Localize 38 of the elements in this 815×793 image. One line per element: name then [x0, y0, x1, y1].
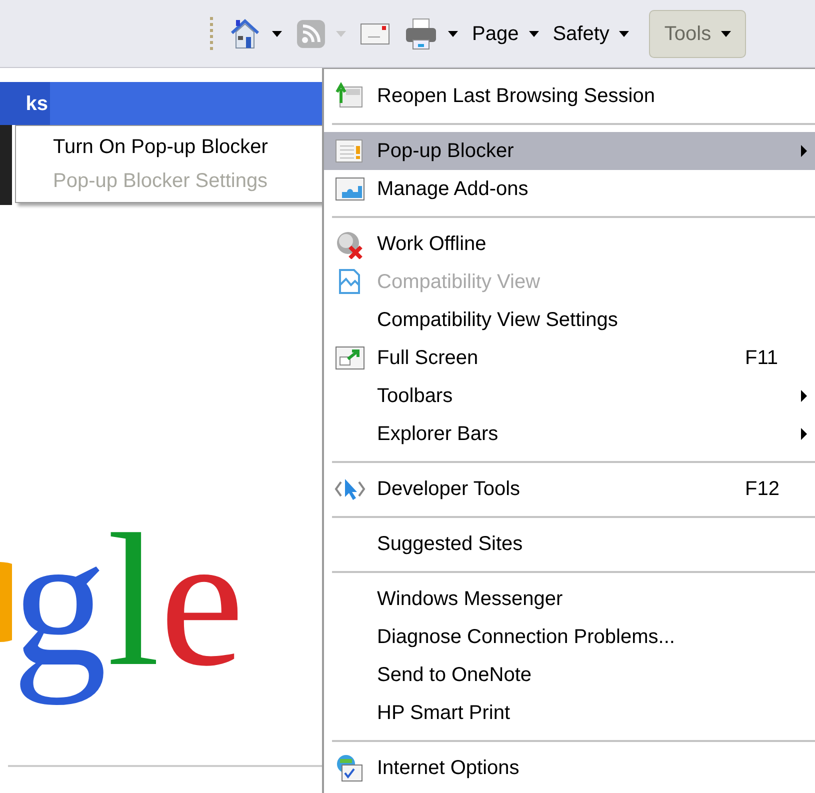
submenu-item[interactable]: Turn On Pop-up Blocker	[16, 130, 324, 164]
menu-item[interactable]: Reopen Last Browsing Session	[324, 77, 815, 115]
shortcut-text: F11	[745, 346, 779, 371]
submenu-arrow-icon	[801, 428, 807, 440]
feed-icon	[296, 18, 326, 48]
menu-item[interactable]: Toolbars	[324, 377, 815, 415]
menu-item[interactable]: Compatibility View Settings	[324, 301, 815, 339]
toolbar-gripper-icon	[210, 16, 214, 50]
caret-icon	[721, 30, 732, 36]
menu-item[interactable]: Work Offline	[324, 225, 815, 263]
submenu-arrow-icon	[801, 390, 807, 402]
caret-icon	[619, 30, 630, 36]
menu-button[interactable]: Safety	[552, 10, 630, 58]
caret-icon	[272, 30, 282, 36]
submenu-arrow-icon	[801, 145, 807, 157]
menu-item[interactable]: Windows Messenger	[324, 580, 815, 618]
menu-item[interactable]: Developer Tools F12	[324, 470, 815, 508]
menu-item[interactable]: Full Screen F11	[324, 339, 815, 377]
caret-icon	[528, 30, 539, 36]
envelope-icon	[360, 22, 390, 46]
menu-button[interactable]: Tools	[649, 10, 746, 58]
caret-icon	[448, 30, 458, 36]
menu-item[interactable]: Suggested Sites	[324, 525, 815, 563]
printer-icon	[404, 18, 438, 50]
menu-button[interactable]: Page	[472, 10, 539, 58]
menu-item[interactable]: Internet Options	[324, 749, 815, 787]
menu-item[interactable]: Explorer Bars	[324, 415, 815, 453]
menu-item[interactable]: Diagnose Connection Problems...	[324, 618, 815, 656]
logo-letter: g	[12, 495, 107, 708]
logo-letter: l	[107, 495, 160, 708]
home-icon	[228, 16, 262, 50]
menu-item[interactable]: Manage Add-ons	[324, 170, 815, 208]
caret-icon	[336, 30, 346, 36]
shortcut-text: F12	[745, 477, 780, 502]
menu-item[interactable]: HP Smart Print	[324, 694, 815, 732]
menu-item[interactable]: Pop-up Blocker	[324, 132, 815, 170]
logo-letter: e	[160, 495, 244, 708]
menu-item[interactable]: Send to OneNote	[324, 656, 815, 694]
